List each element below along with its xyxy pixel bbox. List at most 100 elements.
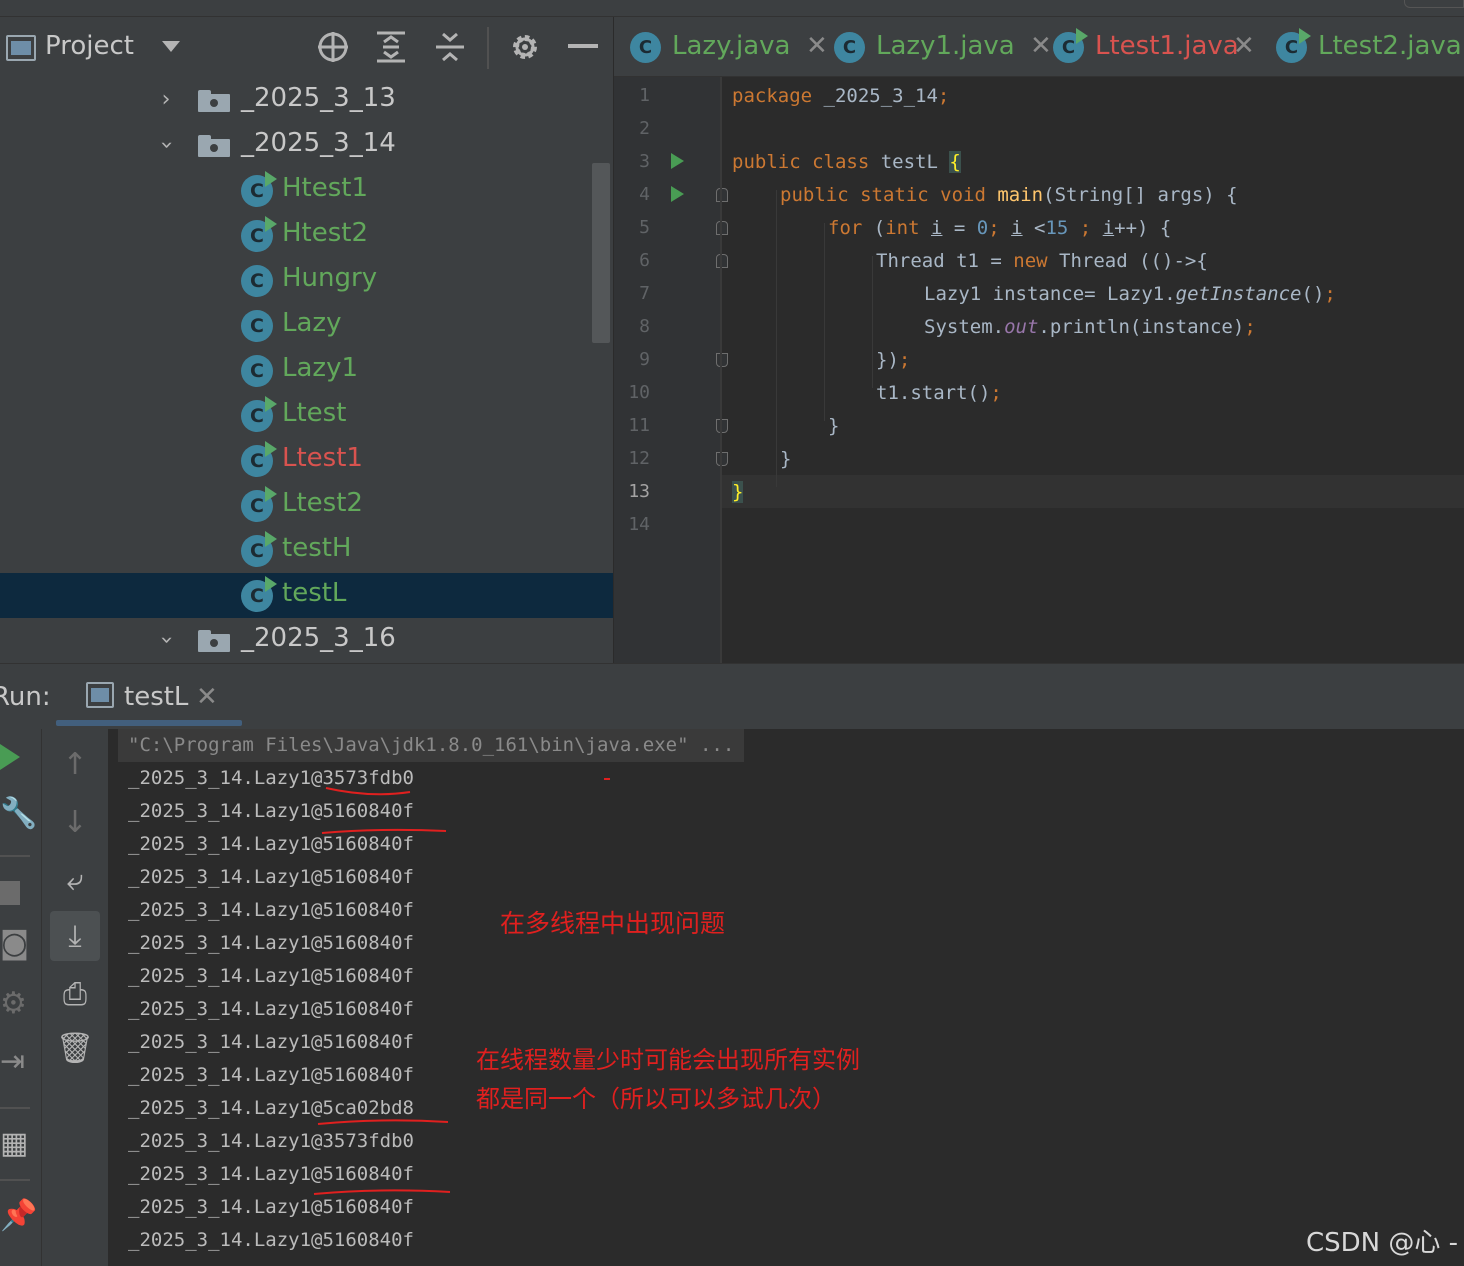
run-tool-window: Run: testL ✕ 🔧 ◙ ⚙ ⇥ ▦ 📌 ↑ ↓ ⤶ ⤓ ⎙ 🗑 "C:… xyxy=(0,663,1464,1266)
code-line: } xyxy=(828,415,840,437)
locate-file-icon[interactable] xyxy=(313,27,353,67)
line-number: 5 xyxy=(639,217,650,238)
run-tab-label[interactable]: testL xyxy=(124,682,188,712)
tree-class-row[interactable]: C Htest1 xyxy=(0,168,613,213)
tree-package-row[interactable]: › _2025_3_16 xyxy=(0,618,613,663)
arrow-up-icon[interactable]: ↑ xyxy=(42,745,108,785)
exit-icon[interactable]: ⇥ xyxy=(0,1045,42,1079)
line-number: 2 xyxy=(639,118,650,139)
console-output-line: _2025_3_14.Lazy1@5160840f xyxy=(128,1163,414,1185)
scroll-to-end-icon[interactable]: ⤓ xyxy=(42,917,108,957)
console-output[interactable]: "C:\Program Files\Java\jdk1.8.0_161\bin\… xyxy=(108,729,1464,1266)
editor-tab[interactable]: C Ltest2.java xyxy=(1276,17,1464,76)
pin-icon[interactable]: 📌 xyxy=(0,1199,42,1233)
tree-package-row[interactable]: › _2025_3_14 xyxy=(0,123,613,168)
editor-tab[interactable]: C Lazy1.java ✕ xyxy=(834,17,1052,76)
collapse-all-icon[interactable] xyxy=(430,27,470,67)
chevron-down-icon[interactable]: › xyxy=(154,628,179,652)
tree-class-row[interactable]: C Ltest1 xyxy=(0,438,613,483)
line-number: 7 xyxy=(639,283,650,304)
console-icon xyxy=(86,682,114,708)
gutter-divider xyxy=(720,77,722,663)
layout-icon[interactable]: ▦ xyxy=(0,1127,42,1161)
console-output-line: _2025_3_14.Lazy1@5160840f xyxy=(128,1229,414,1251)
annotation-note: 在线程数量少时可能会出现所有实例 xyxy=(476,1046,860,1074)
tree-class-row[interactable]: C Lazy xyxy=(0,303,613,348)
tree-class-label: testH xyxy=(282,533,352,563)
print-icon[interactable]: ⎙ xyxy=(42,975,108,1015)
fold-marker-icon[interactable] xyxy=(716,221,728,235)
package-folder-icon xyxy=(198,135,230,157)
line-number: 3 xyxy=(639,151,650,172)
chevron-right-icon[interactable]: › xyxy=(154,88,178,112)
tree-package-row[interactable]: › _2025_3_13 xyxy=(0,78,613,123)
runnable-class-icon: C xyxy=(241,171,277,207)
tree-class-label: Ltest2 xyxy=(282,488,363,518)
class-icon: C xyxy=(241,355,273,387)
tree-class-label: Lazy xyxy=(282,308,342,338)
run-class-gutter-icon[interactable] xyxy=(671,153,684,169)
fold-marker-icon[interactable] xyxy=(716,419,728,433)
line-number: 6 xyxy=(639,250,650,271)
line-number: 14 xyxy=(628,514,650,535)
window-top-strip xyxy=(0,0,1464,17)
rail-separator xyxy=(0,1179,30,1181)
line-number: 12 xyxy=(628,448,650,469)
project-window-icon xyxy=(6,35,36,61)
soft-wrap-icon[interactable]: ⤶ xyxy=(42,861,108,901)
expand-all-icon[interactable] xyxy=(371,27,411,67)
wrench-icon[interactable]: 🔧 xyxy=(0,797,42,831)
project-panel-header: Project xyxy=(0,17,613,79)
close-icon[interactable]: ✕ xyxy=(806,31,828,61)
active-tab-indicator xyxy=(56,720,242,726)
fold-marker-icon[interactable] xyxy=(716,452,728,466)
indent-guide xyxy=(824,223,825,421)
tree-class-row[interactable]: C Ltest xyxy=(0,393,613,438)
project-view-selector[interactable]: Project xyxy=(45,31,134,61)
class-icon: C xyxy=(241,310,273,342)
tree-class-row[interactable]: C Lazy1 xyxy=(0,348,613,393)
code-line: public class testL { xyxy=(732,151,961,173)
code-line: t1.start(); xyxy=(876,382,1002,404)
run-main-gutter-icon[interactable] xyxy=(671,186,684,202)
editor-tab[interactable]: C Lazy.java ✕ xyxy=(630,17,830,76)
rerun-icon[interactable] xyxy=(0,744,20,770)
editor-tab-label: Ltest1.java xyxy=(1095,31,1239,61)
runnable-class-icon: C xyxy=(241,576,277,612)
runnable-class-icon: C xyxy=(1276,28,1311,63)
fold-marker-icon[interactable] xyxy=(716,353,728,367)
indent-guide xyxy=(776,190,777,487)
tree-class-label: testL xyxy=(282,578,347,608)
code-line: System.out.println(instance); xyxy=(924,316,1256,338)
stop-icon[interactable] xyxy=(0,881,20,905)
tree-class-row-selected[interactable]: C testL xyxy=(0,573,613,618)
close-icon[interactable]: ✕ xyxy=(1233,31,1255,61)
code-line: public static void main(String[] args) { xyxy=(780,184,1238,206)
camera-icon[interactable]: ◙ xyxy=(0,927,42,961)
hide-panel-icon[interactable] xyxy=(563,27,603,67)
trash-icon[interactable]: 🗑 xyxy=(42,1029,108,1069)
settings-gear-icon[interactable]: ⚙ xyxy=(0,987,42,1021)
tree-class-label: Ltest1 xyxy=(282,443,363,473)
gear-icon[interactable] xyxy=(505,27,545,67)
tree-class-row[interactable]: C Hungry xyxy=(0,258,613,303)
fold-marker-icon[interactable] xyxy=(716,254,728,268)
arrow-down-icon[interactable]: ↓ xyxy=(42,803,108,843)
line-number: 4 xyxy=(639,184,650,205)
tree-class-row[interactable]: C Htest2 xyxy=(0,213,613,258)
close-icon[interactable]: ✕ xyxy=(1030,31,1052,61)
runnable-class-icon: C xyxy=(1053,28,1088,63)
tree-class-row[interactable]: C Ltest2 xyxy=(0,483,613,528)
code-editor: C Lazy.java ✕ C Lazy1.java ✕ C Ltest1.ja… xyxy=(613,17,1464,663)
code-line: Lazy1 instance= Lazy1.getInstance(); xyxy=(924,283,1336,305)
chevron-down-icon[interactable]: › xyxy=(154,133,179,157)
tree-class-row[interactable]: C testH xyxy=(0,528,613,573)
console-output-line: _2025_3_14.Lazy1@5160840f xyxy=(128,899,414,921)
editor-tab[interactable]: C Ltest1.java ✕ xyxy=(1053,17,1268,76)
fold-marker-icon[interactable] xyxy=(716,188,728,202)
code-line: Thread t1 = new Thread (()->{ xyxy=(876,250,1208,272)
chevron-down-icon[interactable] xyxy=(162,41,180,52)
close-icon[interactable]: ✕ xyxy=(196,682,218,712)
console-output-line: _2025_3_14.Lazy1@5160840f xyxy=(128,1031,414,1053)
class-icon: C xyxy=(834,32,865,63)
